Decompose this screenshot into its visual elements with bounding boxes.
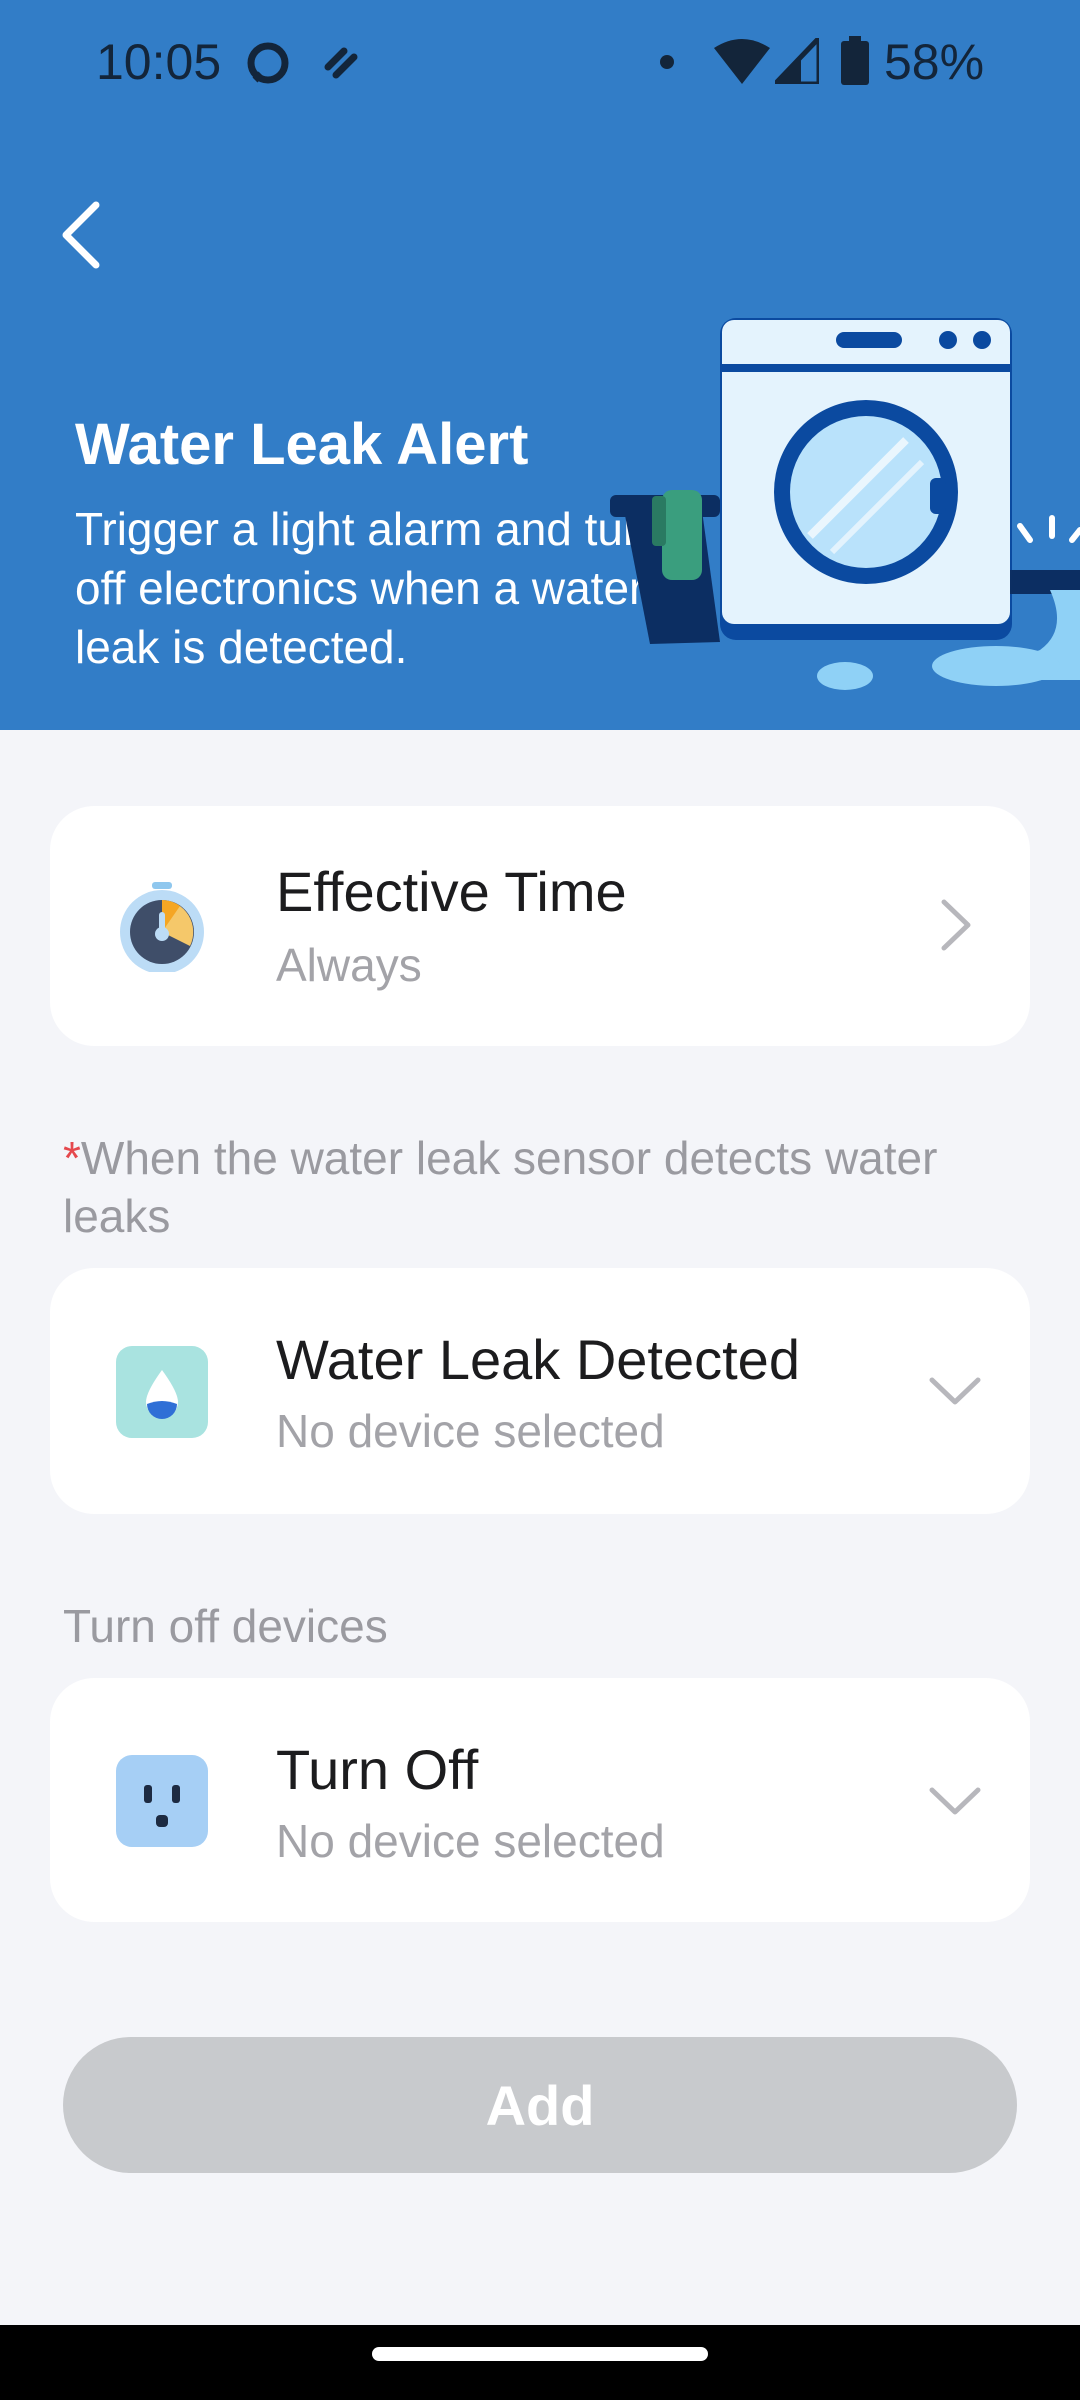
- page-title: Water Leak Alert: [75, 412, 529, 477]
- wifi-icon: [714, 39, 770, 84]
- back-button[interactable]: [40, 190, 120, 280]
- turn-off-title: Turn Off: [276, 1738, 479, 1801]
- water-leak-title: Water Leak Detected: [276, 1328, 800, 1391]
- status-time: 10:05: [96, 34, 222, 90]
- water-drop-icon: [116, 1346, 208, 1438]
- trigger-label-text: When the water leak sensor detects water…: [63, 1132, 938, 1242]
- dot-icon: [660, 55, 674, 69]
- chevron-down-icon: [929, 1377, 981, 1405]
- washing-machine-leak-illustration: [610, 318, 1080, 690]
- battery-icon: [841, 36, 869, 85]
- water-leak-card[interactable]: Water Leak Detected No device selected: [50, 1268, 1030, 1514]
- home-indicator[interactable]: [372, 2347, 708, 2361]
- battery-percent: 58%: [884, 34, 985, 90]
- status-bar: 10:05 58%: [0, 0, 1080, 120]
- turn-off-value: No device selected: [276, 1815, 665, 1867]
- action-section-label: Turn off devices: [63, 1600, 388, 1652]
- add-button[interactable]: Add: [63, 2037, 1017, 2173]
- effective-time-card[interactable]: Effective Time Always: [50, 806, 1030, 1046]
- smart-plug-icon: [116, 1755, 208, 1847]
- cell-signal-icon: [775, 38, 819, 84]
- effective-time-value: Always: [276, 939, 422, 991]
- chevron-left-icon: [62, 201, 100, 269]
- required-marker: *: [63, 1132, 81, 1184]
- turn-off-card[interactable]: Turn Off No device selected: [50, 1678, 1030, 1922]
- notification-icon: [324, 47, 358, 79]
- screen: 10:05 58% Water Leak Alert Trigger a lig…: [0, 0, 1080, 2400]
- water-leak-value: No device selected: [276, 1405, 665, 1457]
- chevron-right-icon: [941, 899, 971, 951]
- page-description: Trigger a light alarm and turn off elect…: [75, 503, 664, 673]
- header: 10:05 58% Water Leak Alert Trigger a lig…: [0, 0, 1080, 730]
- trigger-section-label: *When the water leak sensor detects wate…: [63, 1129, 1003, 1245]
- chevron-down-icon: [929, 1787, 981, 1815]
- alexa-ring-icon: [247, 42, 289, 84]
- effective-time-title: Effective Time: [276, 860, 627, 923]
- timer-icon: [120, 882, 204, 972]
- system-nav-bar: [0, 2325, 1080, 2400]
